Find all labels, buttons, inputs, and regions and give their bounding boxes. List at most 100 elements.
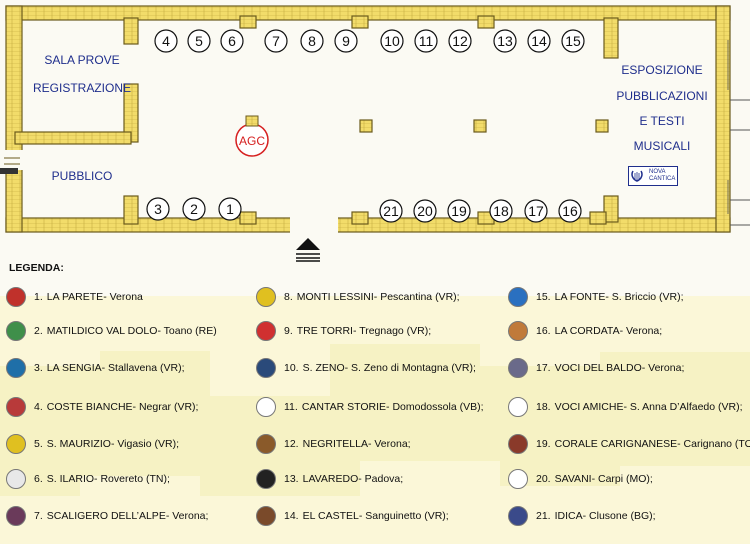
legend-item-name: S. ILARIO (46, 473, 95, 485)
legend-item-name: IDICA (554, 510, 583, 522)
choir-logo-icon (256, 506, 276, 526)
choir-logo-icon (6, 469, 26, 489)
choir-logo-icon (256, 469, 276, 489)
legend-item-name: COSTE BIANCHE (46, 401, 133, 413)
stand-number: 17 (528, 203, 544, 219)
stand-number: 8 (308, 33, 316, 49)
legend-item-number: 13. (284, 473, 299, 485)
legend-item-number: 11. (284, 401, 298, 413)
legend-item-place: - Verona; (641, 362, 685, 374)
room-label-esposizione: ESPOSIZIONE PUBBLICAZIONI E TESTI MUSICA… (612, 62, 712, 154)
legend-item-number: 8. (284, 291, 293, 303)
legend-item-place: - Negrar (VR); (132, 401, 199, 413)
legend-item-place: - Verona (103, 291, 143, 303)
choir-logo-icon (508, 287, 528, 307)
legend-item-number: 5. (34, 438, 43, 450)
stand-number: 3 (154, 201, 162, 217)
choir-logo-icon (6, 358, 26, 378)
legend-item-name: LA CORDATA (554, 325, 620, 337)
room-label-line: PUBBLICAZIONI (616, 89, 708, 103)
stand-number: 2 (190, 201, 198, 217)
legend-item-number: 7. (34, 510, 43, 522)
legend-item-number: 9. (284, 325, 293, 337)
choir-logo-icon (508, 469, 528, 489)
legend-item-name: SAVANI (554, 473, 592, 485)
legend-item-place: - Verona; (619, 325, 663, 337)
legend-item-name: CANTAR STORIE (301, 401, 387, 413)
legend-item-place: - S. Zeno di Montagna (VR); (344, 362, 476, 374)
stand-number: 13 (497, 33, 513, 49)
stand-number: 14 (531, 33, 547, 49)
entrance-arrow-icon (296, 238, 320, 250)
legend-item: 15. LA FONTE - S. Briccio (VR); (508, 286, 684, 308)
logo-text: NOVA (649, 169, 666, 175)
room-label-line: REGISTRAZIONE (32, 81, 131, 95)
legend-item: 18. VOCI AMICHE - S. Anna D’Alfaedo (VR); (508, 396, 743, 418)
legend-item-number: 12. (284, 438, 299, 450)
legend-item-name: LA FONTE (554, 291, 606, 303)
legend-item-number: 10. (284, 362, 299, 374)
legend-item: 17. VOCI DEL BALDO - Verona; (508, 357, 684, 379)
room-label-line: MUSICALI (633, 139, 691, 153)
floor-plan: AGC 4 5 6 7 8 9 10 11 12 13 14 15 3 2 1 21 20 19 18 17 16 S… (0, 0, 750, 262)
choir-logo-icon (508, 397, 528, 417)
legend-item-place: - S. Anna D’Alfaedo (VR); (623, 401, 743, 413)
choir-logo-icon (508, 321, 528, 341)
stand-number: 7 (272, 33, 280, 49)
legend-item-name: NEGRITELLA (302, 438, 368, 450)
legend-item-place: - Padova; (358, 473, 404, 485)
stand-number: 19 (451, 203, 467, 219)
legend-item-name: LA PARETE (46, 291, 104, 303)
legend-item-place: - Vigasio (VR); (110, 438, 180, 450)
legend-item-number: 20. (536, 473, 551, 485)
legend-item: 10. S. ZENO - S. Zeno di Montagna (VR); (256, 357, 476, 379)
legend-item-name: MATILDICO VAL DOLO (46, 325, 158, 337)
legend-item-name: TRE TORRI (296, 325, 353, 337)
legend-item-place: - Rovereto (TN); (94, 473, 170, 485)
legend-item-number: 2. (34, 325, 43, 337)
legend-item-place: - Stallavena (VR); (101, 362, 185, 374)
legend-item-place: - Toano (RE) (157, 325, 217, 337)
choir-logo-icon (6, 506, 26, 526)
legend-item: 6. S. ILARIO - Rovereto (TN); (6, 468, 170, 490)
legend-item: 16. LA CORDATA - Verona; (508, 320, 662, 342)
choir-logo-icon (256, 287, 276, 307)
legend-item-number: 1. (34, 291, 43, 303)
legend-item-name: SCALIGERO DELL’ALPE (46, 510, 166, 522)
legend-item-name: MONTI LESSINI (296, 291, 374, 303)
stand-number: 9 (342, 33, 350, 49)
room-label-line: ESPOSIZIONE (621, 63, 703, 77)
stand-number: 12 (452, 33, 468, 49)
legend-item: 20. SAVANI - Carpi (MO); (508, 468, 653, 490)
room-label-line: SALA PROVE (44, 53, 120, 67)
choir-logo-icon (6, 434, 26, 454)
lyre-icon (631, 170, 643, 182)
legend-item-place: - Sanguinetto (VR); (358, 510, 449, 522)
legend-item: 9. TRE TORRI - Tregnago (VR); (256, 320, 431, 342)
room-label-sala-prove: SALA PROVE REGISTRAZIONE (30, 52, 134, 96)
legend-item: 3. LA SENGIA - Stallavena (VR); (6, 357, 185, 379)
stand-number: 4 (162, 33, 170, 49)
legend-item: 12. NEGRITELLA - Verona; (256, 433, 411, 455)
room-label-pubblico: PUBBLICO (51, 169, 113, 183)
legend-item-number: 15. (536, 291, 551, 303)
legend-item-place: - Carignano (TO); (677, 438, 750, 450)
choir-logo-icon (6, 397, 26, 417)
stand-number: 18 (493, 203, 509, 219)
choir-logo-icon (508, 506, 528, 526)
legend-item-name: LA SENGIA (46, 362, 102, 374)
choir-logo-icon (256, 434, 276, 454)
stand-number: 1 (226, 201, 234, 217)
legend-item-name: VOCI AMICHE (554, 401, 624, 413)
legend-item-name: LAVAREDO (302, 473, 359, 485)
legend-item-name: S. ZENO (302, 362, 345, 374)
legend-item-name: VOCI DEL BALDO (554, 362, 642, 374)
legend-item: 2. MATILDICO VAL DOLO - Toano (RE) (6, 320, 217, 342)
legend-item-number: 14. (284, 510, 299, 522)
legend-item-place: - Verona; (165, 510, 209, 522)
legend-item-place: - Tregnago (VR); (352, 325, 432, 337)
legend-item: 14. EL CASTEL - Sanguinetto (VR); (256, 505, 449, 527)
legend-item-place: - Clusone (BG); (582, 510, 656, 522)
stand-number: 11 (419, 33, 434, 49)
legend-item-name: EL CASTEL (302, 510, 359, 522)
